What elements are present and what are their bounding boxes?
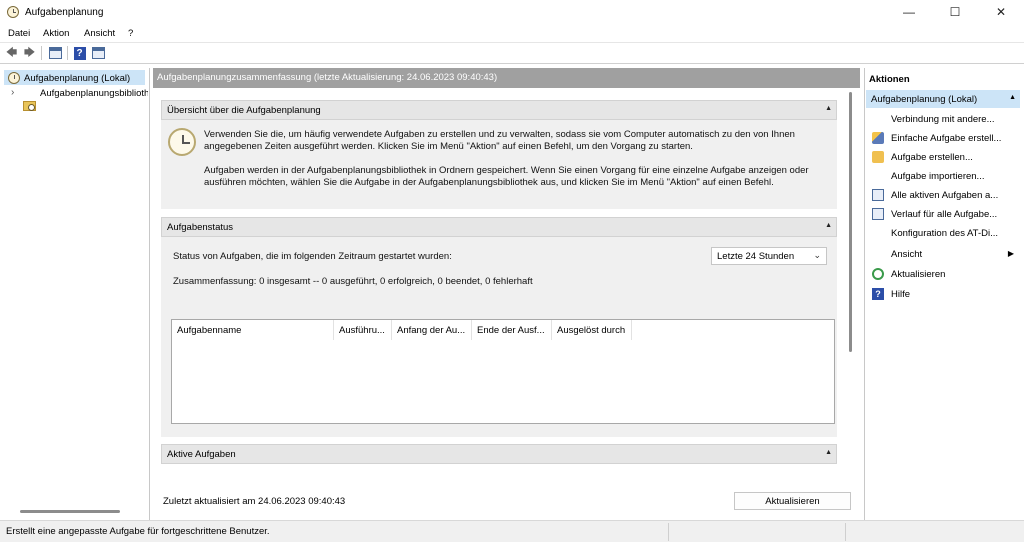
column-header-task-name[interactable]: Aufgabenname — [172, 320, 334, 340]
action-connect-to-computer[interactable]: Verbindung mit andere... — [866, 110, 1020, 129]
toolbar: 🡄 🡆 ? — [0, 43, 1024, 64]
actions-group-label: Aufgabenplanung (Lokal) — [871, 94, 978, 105]
menu-help[interactable]: ? — [128, 28, 133, 39]
toolbar-separator — [41, 46, 42, 60]
history-icon — [872, 208, 884, 220]
task-status-table[interactable]: Aufgabenname Ausführu... Anfang der Au..… — [171, 319, 835, 424]
last-updated-text: Zuletzt aktualisiert am 24.06.2023 09:40… — [163, 496, 346, 507]
folder-clock-icon — [23, 101, 36, 111]
collapse-icon[interactable]: ▲ — [825, 449, 832, 456]
refresh-icon — [872, 268, 884, 280]
action-pane-icon — [92, 47, 105, 59]
overview-section-title: Übersicht über die Aufgabenplanung — [167, 105, 321, 116]
action-display-running-tasks[interactable]: Alle aktiven Aufgaben a... — [866, 186, 1020, 205]
action-label: Konfiguration des AT-Di... — [891, 228, 999, 239]
action-create-basic-task[interactable]: Einfache Aufgabe erstell... — [866, 129, 1020, 148]
clock-icon — [7, 6, 19, 18]
action-create-task[interactable]: Aufgabe erstellen... — [866, 148, 1020, 167]
status-bar-text: Erstellt eine angepasste Aufgabe für for… — [6, 526, 270, 537]
action-label: Aufgabe importieren... — [891, 171, 985, 182]
tree-item-root-label[interactable]: Aufgabenplanung (Lokal) — [24, 73, 130, 84]
action-label: Hilfe — [891, 289, 911, 300]
status-summary: Zusammenfassung: 0 insgesamt -- 0 ausgef… — [173, 276, 533, 287]
period-select-value: Letzte 24 Stunden — [717, 251, 795, 262]
tree-horizontal-scrollbar[interactable] — [20, 510, 120, 513]
wizard-icon — [872, 132, 884, 144]
back-button[interactable]: 🡄 — [3, 45, 20, 61]
forward-button[interactable]: 🡆 — [21, 45, 38, 61]
overview-section-header[interactable]: Übersicht über die Aufgabenplanung ▲ — [161, 100, 837, 120]
task-status-section-header[interactable]: Aufgabenstatus ▲ — [161, 217, 837, 237]
collapse-icon[interactable]: ▲ — [825, 222, 832, 229]
show-hide-console-tree-button[interactable] — [47, 45, 64, 61]
help-icon: ? — [73, 46, 86, 60]
list-icon — [872, 189, 884, 201]
action-label: Verlauf für alle Aufgabe... — [891, 209, 998, 220]
active-tasks-section: Aktive Aufgaben ▲ — [161, 444, 837, 484]
summary-pane: Aufgabenplanungzusammenfassung (letzte A… — [153, 68, 860, 520]
chevron-right-icon[interactable]: › — [11, 87, 14, 98]
maximize-button[interactable]: ☐ — [932, 0, 978, 24]
collapse-icon[interactable]: ▲ — [825, 105, 832, 112]
chevron-down-icon: ⌄ — [813, 250, 821, 260]
help-toolbar-button[interactable]: ? — [71, 45, 88, 61]
minimize-button[interactable]: — — [886, 0, 932, 24]
actions-pane: Aktionen Aufgabenplanung (Lokal) ▲ Verbi… — [864, 68, 1024, 520]
action-label: Verbindung mit andere... — [891, 114, 995, 125]
overview-section: Übersicht über die Aufgabenplanung ▲ Ver… — [161, 100, 837, 209]
summary-header: Aufgabenplanungzusammenfassung (letzte A… — [153, 68, 860, 88]
actions-pane-title: Aktionen — [869, 74, 910, 85]
action-label: Aktualisieren — [891, 269, 946, 280]
column-header-run-result[interactable]: Ausführu... — [334, 320, 392, 340]
show-hide-action-pane-button[interactable] — [90, 45, 107, 61]
action-label: Alle aktiven Aufgaben a... — [891, 190, 999, 201]
status-period-label: Status von Aufgaben, die im folgenden Ze… — [173, 251, 452, 262]
column-header-run-start[interactable]: Anfang der Au... — [392, 320, 472, 340]
column-header-triggered-by[interactable]: Ausgelöst durch — [552, 320, 632, 340]
summary-vertical-scrollbar[interactable] — [849, 92, 852, 352]
actions-group-header[interactable]: Aufgabenplanung (Lokal) ▲ — [866, 90, 1020, 108]
window-title: Aufgabenplanung — [25, 7, 104, 18]
menu-datei[interactable]: Datei — [8, 28, 30, 39]
task-icon — [872, 151, 884, 163]
close-button[interactable]: ✕ — [978, 0, 1024, 24]
collapse-icon[interactable]: ▲ — [1009, 94, 1016, 101]
action-enable-all-history[interactable]: Verlauf für alle Aufgabe... — [866, 205, 1020, 224]
period-select[interactable]: Letzte 24 Stunden ⌄ — [711, 247, 827, 265]
action-import-task[interactable]: Aufgabe importieren... — [866, 167, 1020, 186]
toolbar-separator — [67, 46, 68, 60]
tree-item-library[interactable]: Aufgabenplanungsbibliothek — [40, 88, 148, 99]
help-icon: ? — [872, 288, 884, 300]
status-bar: Erstellt eine angepasste Aufgabe für for… — [0, 520, 1024, 542]
scheduler-clock-icon — [168, 128, 196, 156]
action-refresh[interactable]: Aktualisieren — [866, 265, 1020, 284]
active-tasks-section-header[interactable]: Aktive Aufgaben ▲ — [161, 444, 837, 464]
refresh-button[interactable]: Aktualisieren — [734, 492, 851, 510]
status-divider — [668, 523, 669, 541]
menu-aktion[interactable]: Aktion — [43, 28, 69, 39]
status-divider — [845, 523, 846, 541]
active-tasks-section-title: Aktive Aufgaben — [167, 449, 236, 460]
overview-paragraph-1: Verwenden Sie die, um häufig verwendete … — [204, 129, 795, 152]
action-view-menu[interactable]: Ansicht ▶ — [866, 245, 1020, 264]
clock-icon — [8, 72, 20, 84]
action-label: Ansicht — [891, 249, 923, 260]
column-header-run-end[interactable]: Ende der Ausf... — [472, 320, 552, 340]
menu-bar: Datei Aktion Ansicht ? — [0, 24, 1024, 43]
title-bar: Aufgabenplanung — ☐ ✕ — [0, 0, 1024, 24]
overview-paragraph-2: Aufgaben werden in der Aufgabenplanungsb… — [204, 165, 809, 188]
action-at-service-config[interactable]: Konfiguration des AT-Di... — [866, 224, 1020, 243]
task-status-section-title: Aufgabenstatus — [167, 222, 234, 233]
console-tree: Aufgabenplanung (Lokal) › Aufgabenplanun… — [0, 68, 150, 520]
menu-ansicht[interactable]: Ansicht — [84, 28, 115, 39]
action-help[interactable]: ? Hilfe — [866, 285, 1020, 304]
console-tree-icon — [49, 47, 62, 59]
submenu-arrow-icon: ▶ — [1007, 249, 1014, 258]
action-label: Aufgabe erstellen... — [891, 152, 973, 163]
action-label: Einfache Aufgabe erstell... — [891, 133, 1002, 144]
